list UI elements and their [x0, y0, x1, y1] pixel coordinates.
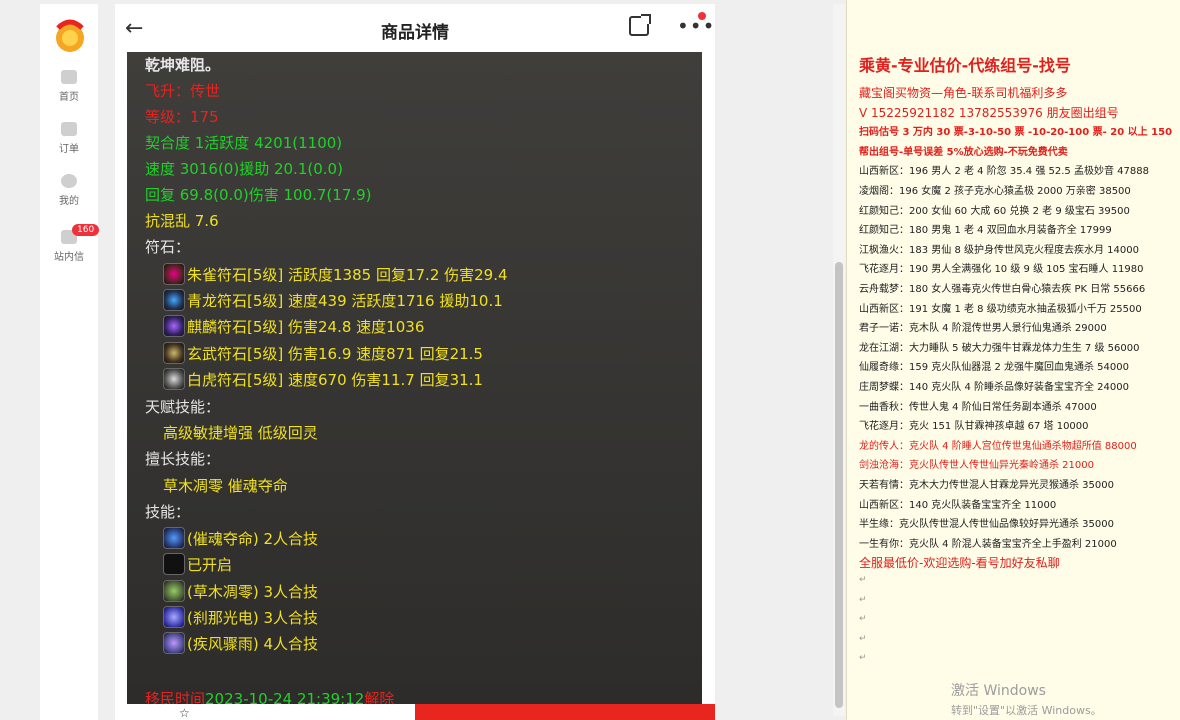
rune-icon [163, 289, 185, 311]
paragraph-mark: ↵ [859, 575, 867, 585]
doc-line: 山西新区：191 女魔 1 老 8 级功绩克水抽孟极狐小千万 25500 [859, 303, 1142, 315]
specialty-list: 草木凋零 催魂夺命 [163, 477, 288, 495]
rune-line: 朱雀符石[5级] 活跃度1385 回复17.2 伤害29.4 [187, 266, 508, 284]
doc-line: 帮出组号-单号误差 5%放心选购-不玩免费代卖 [859, 146, 1068, 158]
doc-heading: 乘黄-专业估价-代练组号-找号 [859, 56, 1071, 75]
skill-line: (刹那光电) 3人合技 [187, 609, 319, 627]
price-list-document: 乘黄-专业估价-代练组号-找号 藏宝阁买物资—角色-联系司机福利多多 V 1522… [846, 0, 1180, 720]
order-icon [61, 122, 77, 136]
app-logo-icon [56, 19, 84, 52]
doc-line: 江枫渔火：183 男仙 8 级护身传世风克火程度去疾水月 14000 [859, 244, 1139, 256]
doc-line: 飞花逐月：190 男人全满强化 10 级 9 级 105 宝石睡人 11980 [859, 264, 1144, 276]
runes-label: 符石： [145, 238, 191, 256]
rune-line: 玄武符石[5级] 伤害16.9 速度871 回复21.5 [187, 345, 483, 363]
rune-line: 白虎符石[5级] 速度670 伤害11.7 回复31.1 [187, 371, 483, 389]
doc-line: 仙履奇缘：159 克火队仙器混 2 龙强牛魔回血鬼通杀 54000 [859, 362, 1129, 374]
skill-icon [163, 632, 185, 654]
sidebar: 首页 订单 我的 160 站内信 [40, 4, 100, 720]
attr-line-speed: 速度 3016(0)援助 20.1(0.0) [145, 160, 343, 178]
doc-line: 一生有你：克火队 4 阶混人装备宝宝齐全上手盈利 21000 [859, 538, 1117, 550]
sidebar-item-label: 首页 [59, 92, 79, 103]
doc-line: 山西新区：196 男人 2 老 4 阶忽 35.4 强 52.5 孟极妙音 47… [859, 166, 1149, 178]
paragraph-mark: ↵ [859, 653, 867, 664]
sidebar-item-mine[interactable]: 我的 [40, 174, 98, 207]
sidebar-item-label: 订单 [59, 144, 79, 155]
star-icon[interactable]: ☆ [179, 706, 190, 720]
notification-dot [698, 12, 706, 20]
user-icon [61, 174, 77, 188]
doc-line: 红颜知己：180 男鬼 1 老 4 双回血水月装备齐全 17999 [859, 225, 1112, 237]
sidebar-item-label: 站内信 [54, 252, 84, 263]
doc-line: 半生缘：克火队传世混人传世仙品像较好异光通杀 35000 [859, 519, 1114, 531]
paragraph-mark: ↵ [859, 614, 867, 625]
talent-label: 天赋技能： [145, 398, 221, 416]
more-icon[interactable]: ••• [677, 14, 715, 38]
scrollbar-thumb[interactable] [835, 262, 843, 708]
sidebar-item-orders[interactable]: 订单 [40, 122, 98, 155]
skill-icon [163, 527, 185, 549]
app-window: 首页 订单 我的 160 站内信 ← 商品详情 ••• 乾坤难阻。 飞升：传世 … [0, 0, 846, 720]
specialty-label: 擅长技能： [145, 450, 221, 468]
share-icon[interactable] [629, 14, 651, 36]
skill-line: (催魂夺命) 2人合技 [187, 530, 319, 548]
activation-watermark: 激活 Windows [951, 683, 1046, 699]
buy-button[interactable] [415, 704, 715, 720]
doc-line: 云舟载梦：180 女人强毒克火传世白骨心猿去疾 PK 日常 55666 [859, 284, 1146, 295]
desc-line: 飞升：传世 [145, 82, 221, 100]
skill-line: (草木凋零) 3人合技 [187, 583, 319, 601]
doc-line: 剑浊沧海：克火队传世人传世仙异光秦岭通杀 21000 [859, 460, 1094, 472]
doc-line: 红颜知己：200 女仙 60 大成 60 兑换 2 老 9 级宝石 39500 [859, 205, 1130, 217]
skill-line: 已开启 [187, 556, 233, 574]
scrollbar[interactable] [833, 4, 845, 716]
doc-line: 山西新区：140 克火队装备宝宝齐全 11000 [859, 499, 1057, 511]
product-detail-page: ← 商品详情 ••• 乾坤难阻。 飞升：传世 等级：175 契合度 1活跃度 4… [115, 4, 715, 720]
bottom-action-bar: ☆ [115, 704, 715, 720]
doc-line: 龙在江湖：大力睡队 5 破大力强牛甘霖龙体力生生 7 级 56000 [859, 342, 1140, 354]
rune-icon [163, 315, 185, 337]
doc-line: 飞花逐月：克火 151 队甘霖神孩卓越 67 塔 10000 [859, 421, 1089, 433]
skill-icon [163, 553, 185, 575]
rune-icon [163, 342, 185, 364]
doc-line: 扫码估号 3 万内 30 票-3-10-50 票 -10-20-100 票- 2… [859, 127, 1173, 139]
skills-label: 技能： [145, 503, 191, 521]
rune-icon [163, 263, 185, 285]
sidebar-item-messages[interactable]: 160 站内信 [40, 224, 100, 263]
item-description: 乾坤难阻。 飞升：传世 等级：175 契合度 1活跃度 4201(1100) 速… [127, 52, 702, 706]
sidebar-item-label: 我的 [59, 196, 79, 207]
doc-line: V 15225921182 13782553976 朋友圈出组号 [859, 105, 1119, 120]
doc-line: 一曲香秋：传世人鬼 4 阶仙日常任务副本通杀 47000 [859, 401, 1097, 413]
attr-line-recover: 回复 69.8(0.0)伤害 100.7(17.9) [145, 186, 372, 204]
doc-line: 凌烟阁：196 女魔 2 孩子克水心猿孟极 2000 万亲密 38500 [859, 186, 1131, 197]
desc-line: 乾坤难阻。 [145, 56, 221, 74]
doc-line: 天若有情：克木大力传世混人甘霖龙异光灵猴通杀 35000 [859, 480, 1114, 491]
doc-line: 庄周梦蝶：140 克火队 4 阶睡杀品像好装备宝宝齐全 24000 [859, 382, 1129, 393]
paragraph-mark: ↵ [859, 633, 867, 644]
paragraph-mark: ↵ [859, 594, 867, 605]
doc-line: 藏宝阁买物资—角色-联系司机福利多多 [859, 86, 1068, 100]
page-title: 商品详情 [381, 23, 449, 43]
doc-line: 全服最低价-欢迎选购-看号加好友私聊 [859, 556, 1060, 571]
attr-line-affinity: 契合度 1活跃度 4201(1100) [145, 134, 343, 152]
rune-line: 青龙符石[5级] 速度439 活跃度1716 援助10.1 [187, 292, 503, 310]
unread-badge: 160 [72, 224, 100, 236]
top-bar: ← 商品详情 ••• [115, 4, 715, 52]
attr-line-resist: 抗混乱 7.6 [145, 212, 219, 230]
screen: 首页 订单 我的 160 站内信 ← 商品详情 ••• 乾坤难阻。 飞升：传世 … [0, 0, 1180, 720]
talent-list: 高级敏捷增强 低级回灵 [163, 424, 318, 442]
desc-line: 等级：175 [145, 108, 219, 126]
skill-icon [163, 580, 185, 602]
doc-line: 龙的传人：克火队 4 阶睡人宫位传世鬼仙通杀物超所值 88000 [859, 440, 1137, 452]
doc-line: 君子一诺：克木队 4 阶混传世男人景行仙鬼通杀 29000 [859, 323, 1107, 335]
rune-line: 麒麟符石[5级] 伤害24.8 速度1036 [187, 318, 425, 336]
sidebar-item-home[interactable]: 首页 [40, 70, 98, 103]
activation-watermark-sub: 转到"设置"以激活 Windows。 [951, 704, 1102, 717]
home-icon [61, 70, 77, 84]
skill-line: (疾风骤雨) 4人合技 [187, 635, 319, 653]
rune-icon [163, 368, 185, 390]
skill-icon [163, 606, 185, 628]
